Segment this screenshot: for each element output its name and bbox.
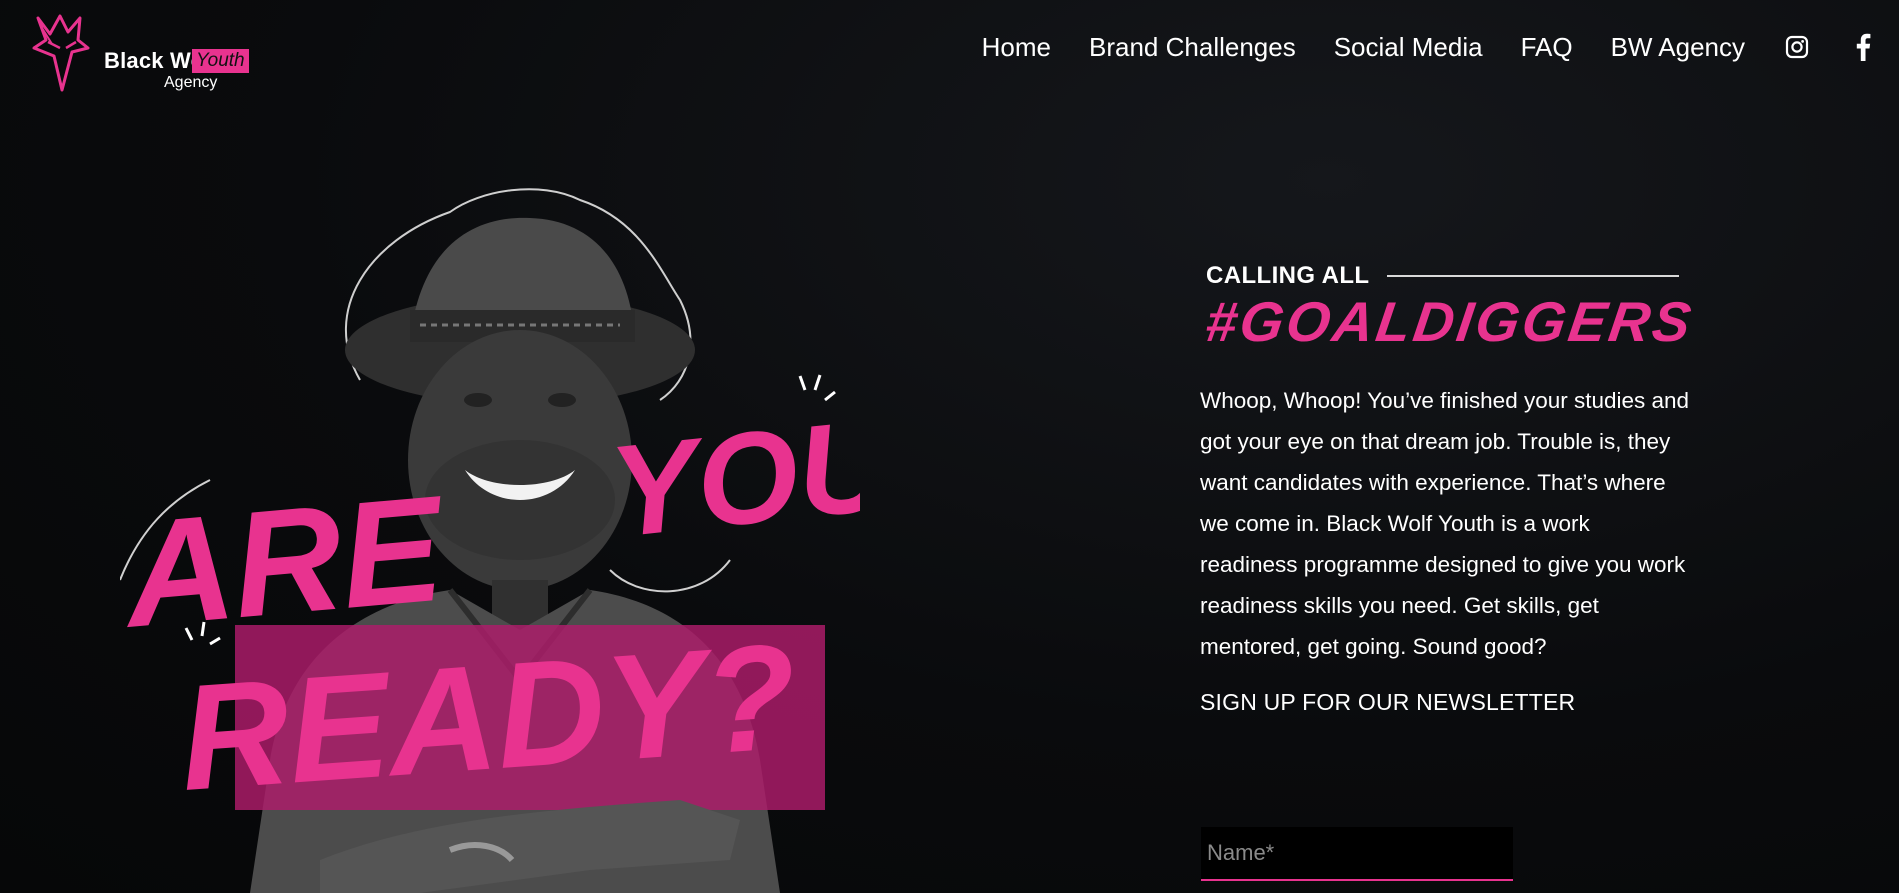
- calling-all-row: CALLING ALL: [1206, 262, 1700, 290]
- logo[interactable]: Black Wolf Youth Agency: [32, 12, 282, 94]
- headline-you: YOU: [603, 390, 860, 565]
- nav-faq[interactable]: FAQ: [1521, 30, 1573, 64]
- nav-bw-agency[interactable]: BW Agency: [1611, 30, 1745, 64]
- calling-all-label: CALLING ALL: [1206, 262, 1370, 289]
- logo-badge: Youth: [192, 49, 249, 73]
- intro-section: CALLING ALL #GOALDIGGERS Whoop, Whoop! Y…: [1200, 262, 1700, 716]
- calling-divider: [1387, 275, 1680, 277]
- facebook-icon[interactable]: [1849, 33, 1877, 61]
- nav-brand-challenges[interactable]: Brand Challenges: [1089, 30, 1296, 64]
- hero-image: ARE YOU READY?: [120, 160, 860, 893]
- logo-subtitle: Agency: [164, 74, 218, 91]
- name-input[interactable]: [1201, 827, 1513, 881]
- nav-home[interactable]: Home: [982, 30, 1051, 64]
- newsletter-heading: SIGN UP FOR OUR NEWSLETTER: [1200, 689, 1576, 715]
- wolf-logo-icon: [32, 14, 90, 92]
- main-nav: Home Brand Challenges Social Media FAQ B…: [982, 30, 1899, 64]
- hashtag-heading: #GOALDIGGERS: [1201, 290, 1698, 353]
- intro-paragraph: Whoop, Whoop! You’ve finished your studi…: [1200, 388, 1690, 659]
- headline-are: ARE: [120, 463, 452, 659]
- instagram-icon[interactable]: [1783, 33, 1811, 61]
- nav-social-media[interactable]: Social Media: [1334, 30, 1483, 64]
